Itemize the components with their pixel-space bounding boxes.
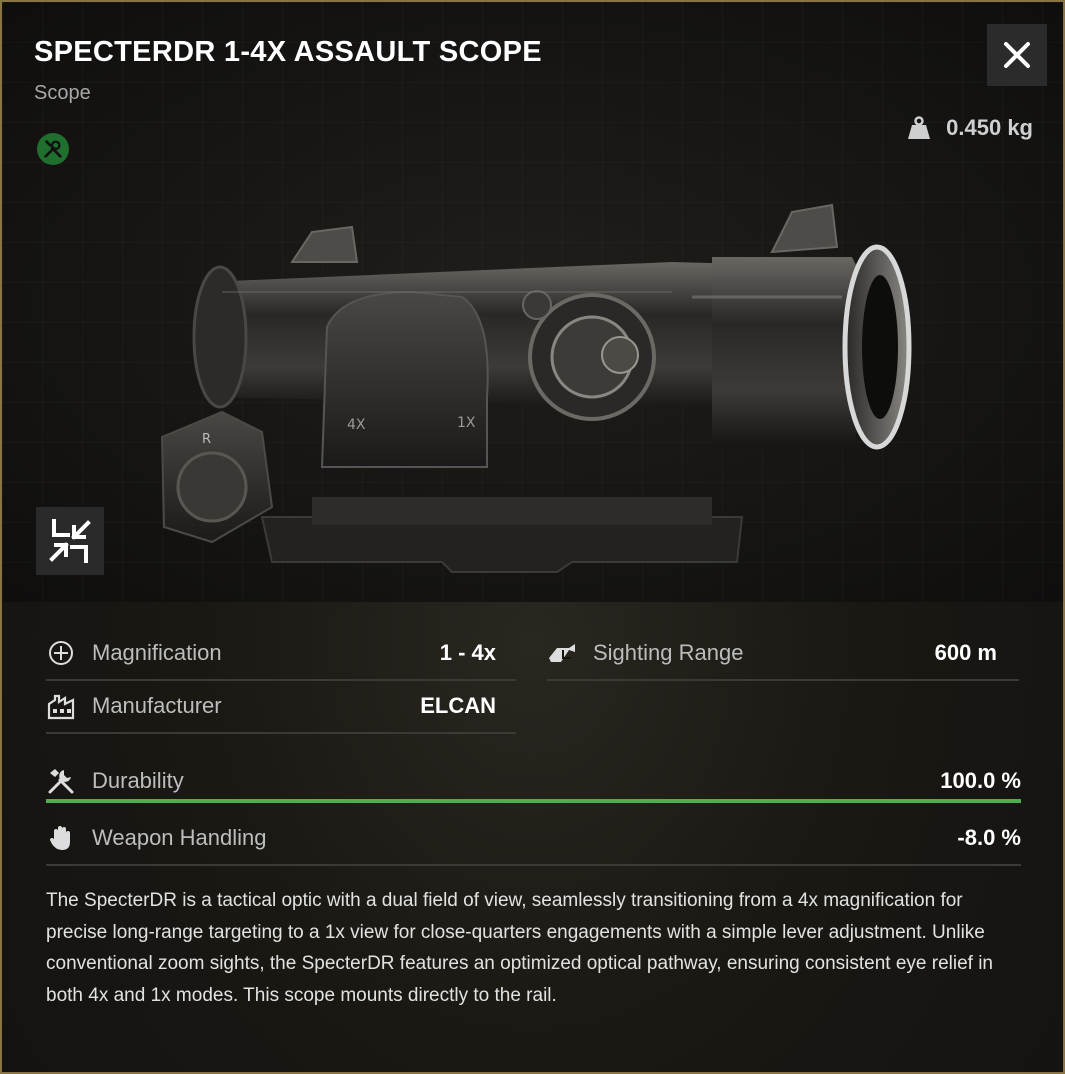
weight-value: 0.450 kg xyxy=(946,115,1033,140)
stat-value: 1 - 4x xyxy=(439,640,496,665)
item-title: SPECTERDR 1-4X ASSAULT SCOPE xyxy=(34,36,542,68)
collapse-view-button[interactable] xyxy=(36,507,104,575)
weight-icon xyxy=(908,116,931,139)
stat-value: ELCAN xyxy=(420,693,496,718)
stat-label: Weapon Handling xyxy=(92,825,267,850)
stat-value: 600 m xyxy=(934,640,997,665)
stat-label: Durability xyxy=(92,768,184,793)
repair-tools-icon xyxy=(37,133,69,165)
factory-icon xyxy=(46,691,76,721)
item-weight: 0.450 kg xyxy=(906,115,1033,141)
stat-sighting-range: Sighting Range 600 m xyxy=(547,627,1019,681)
crosshair-icon xyxy=(46,638,76,668)
scope-image: R 4X 1X xyxy=(160,203,912,573)
svg-text:1X: 1X xyxy=(457,415,476,431)
svg-text:R: R xyxy=(202,432,211,447)
collapse-arrows-icon xyxy=(49,519,91,563)
durability-bar-fill xyxy=(46,799,1021,803)
stat-manufacturer: Manufacturer ELCAN xyxy=(46,680,516,734)
stat-magnification: Magnification 1 - 4x xyxy=(46,627,516,681)
svg-text:4X: 4X xyxy=(347,417,366,433)
item-preview: SPECTERDR 1-4X ASSAULT SCOPE Scope 0.450… xyxy=(2,2,1063,602)
durability-bar xyxy=(46,799,1021,803)
sighting-range-icon xyxy=(547,638,577,668)
stat-value: 100.0 % xyxy=(940,768,1021,793)
hand-icon xyxy=(46,823,76,853)
item-description: The SpecterDR is a tactical optic with a… xyxy=(46,890,993,1006)
close-button[interactable] xyxy=(987,24,1047,86)
item-inspect-panel: SPECTERDR 1-4X ASSAULT SCOPE Scope 0.450… xyxy=(0,0,1065,1074)
stat-label: Manufacturer xyxy=(92,693,222,718)
stat-weapon-handling: Weapon Handling -8.0 % xyxy=(46,812,1021,866)
close-icon xyxy=(1004,42,1030,68)
wrench-hammer-icon xyxy=(46,766,76,796)
item-category: Scope xyxy=(34,82,91,104)
stat-label: Magnification xyxy=(92,640,222,665)
stat-label: Sighting Range xyxy=(593,640,744,665)
stat-value: -8.0 % xyxy=(957,825,1021,850)
